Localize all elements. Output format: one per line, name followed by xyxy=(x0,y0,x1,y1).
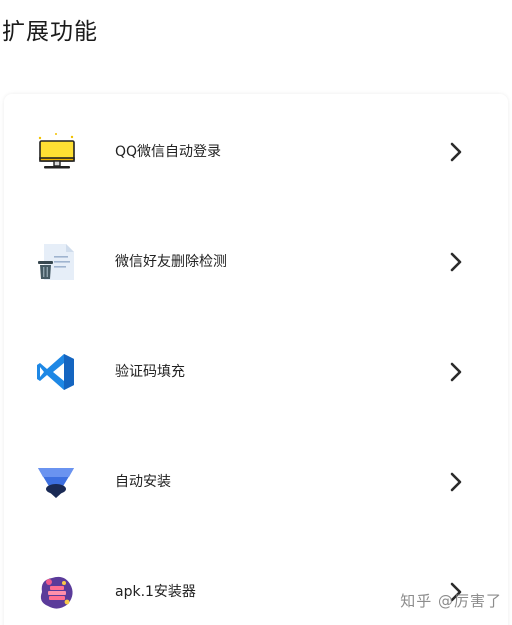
menu-item-label: 微信好友删除检测 xyxy=(115,254,227,270)
vscode-icon xyxy=(34,352,78,392)
chevron-right-icon xyxy=(448,361,464,383)
chevron-right-icon xyxy=(448,251,464,273)
menu-item-apk-installer[interactable]: apk.1安装器 xyxy=(4,536,508,625)
menu-item-captcha-fill[interactable]: 验证码填充 xyxy=(4,316,508,426)
apk-installer-icon xyxy=(34,572,78,612)
watermark: 知乎 @厉害了 xyxy=(400,592,502,610)
menu-item-wechat-friend-delete-check[interactable]: 微信好友删除检测 xyxy=(4,206,508,316)
menu-item-label: 自动安装 xyxy=(115,474,171,490)
page-title: 扩展功能 xyxy=(2,19,98,45)
triangle-installer-icon xyxy=(34,462,78,502)
monitor-icon xyxy=(34,132,78,172)
chevron-right-icon xyxy=(448,141,464,163)
feature-list-card: QQ微信自动登录 微信好友删除检测 验证码填充 自动安装 apk.1安装器 xyxy=(4,94,508,625)
menu-item-auto-install[interactable]: 自动安装 xyxy=(4,426,508,536)
menu-item-label: apk.1安装器 xyxy=(115,584,196,600)
document-trash-icon xyxy=(34,242,78,282)
menu-item-label: 验证码填充 xyxy=(115,364,185,380)
chevron-right-icon xyxy=(448,471,464,493)
menu-item-label: QQ微信自动登录 xyxy=(115,144,222,160)
page: 扩展功能 QQ微信自动登录 微信好友删除检测 验证码填充 自动安装 apk.1安… xyxy=(0,0,512,625)
menu-item-qq-wechat-auto-login[interactable]: QQ微信自动登录 xyxy=(4,96,508,206)
